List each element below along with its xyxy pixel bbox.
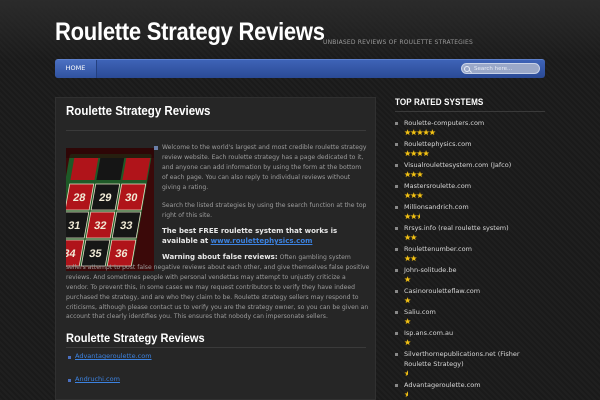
sidebar-item-label[interactable]: Saliu.com [404, 307, 544, 317]
site-tagline: UNBIASED REVIEWS OF ROULETTE STRATEGIES [323, 39, 474, 46]
sidebar-item-label[interactable]: Roulettephysics.com [404, 139, 544, 149]
sidebar-bullet [395, 248, 398, 251]
nav-home-link[interactable]: HOME [55, 60, 97, 78]
rating-stars-icon: ★ [404, 370, 408, 378]
sidebar-bullet [395, 185, 398, 188]
sidebar-item-label[interactable]: Visualroulettesystem.com (Jafco) [404, 160, 544, 170]
sidebar-bullet [395, 311, 398, 314]
free-system-notice: The best FREE roulette system that works… [162, 226, 372, 246]
list-bullet [68, 356, 71, 359]
divider [395, 111, 545, 112]
post-title[interactable]: Roulette Strategy Reviews [66, 104, 210, 118]
roulettephysics-link[interactable]: www.roulettephysics.com [211, 237, 313, 245]
sidebar-bullet [395, 332, 398, 335]
sidebar-bullet [395, 143, 398, 146]
roulette-cell [96, 158, 125, 180]
rating-stars-icon: ★ [404, 296, 411, 305]
sidebar-item-label[interactable]: John-solitude.be [404, 265, 544, 275]
rating-stars-icon: ★ [404, 275, 411, 284]
review-link-advantageroulette[interactable]: Advantageroulette.com [75, 352, 152, 360]
rating-stars-icon: ★★★ [404, 191, 424, 200]
warning-paragraph: Warning about false reviews: Often gambl… [66, 253, 370, 322]
intro-paragraph: Welcome to the world's largest and most … [162, 144, 367, 191]
rating-stars-icon: ★★ [404, 254, 417, 263]
sidebar-item-label[interactable]: Rrsys.info (real roulette system) [404, 223, 544, 233]
sidebar-item-label[interactable]: Casinorouletteflaw.com [404, 286, 544, 296]
sidebar-item-label[interactable]: Advantageroulette.com [404, 380, 544, 390]
sidebar-bullet [395, 384, 398, 387]
rating-stars-icon: ★ [404, 391, 408, 399]
roulette-number: 33 [119, 220, 133, 232]
sidebar-bullet [395, 227, 398, 230]
roulette-cell [122, 158, 151, 180]
roulette-number: 28 [72, 192, 86, 204]
sidebar-item-label[interactable]: Roulettenumber.com [404, 244, 544, 254]
sidebar-item-label[interactable]: Roulette-computers.com [404, 118, 544, 128]
reviews-list-title: Roulette Strategy Reviews [66, 331, 205, 345]
sidebar-item-label[interactable]: Isp.ans.com.au [404, 328, 544, 338]
rating-stars-icon: ★★★★ [404, 149, 430, 158]
rating-stars-icon: ★★★ [404, 212, 421, 221]
review-link-andruchi[interactable]: Andruchi.com [75, 375, 120, 383]
roulette-number: 30 [124, 192, 138, 204]
divider [66, 130, 366, 131]
sidebar-bullet [395, 290, 398, 293]
sidebar-bullet [395, 164, 398, 167]
roulette-cell [70, 158, 99, 180]
sidebar-bullet [395, 269, 398, 272]
rating-stars-icon: ★★ [404, 233, 417, 242]
sidebar-item-label[interactable]: Silverthornepublications.net (Fisher Rou… [404, 349, 544, 369]
sidebar-bullet [395, 206, 398, 209]
bullet-marker [154, 146, 158, 150]
list-bullet [68, 379, 71, 382]
site-title[interactable]: Roulette Strategy Reviews [55, 18, 325, 47]
sidebar-bullet [395, 353, 398, 356]
roulette-number: 32 [93, 220, 107, 232]
sidebar-item-label[interactable]: Millionsandrich.com [404, 202, 544, 212]
warning-body: Often gambling system sellers attempt to… [66, 254, 370, 321]
sidebar-title: TOP RATED SYSTEMS [395, 97, 484, 107]
search-input[interactable] [461, 63, 540, 74]
divider [66, 347, 366, 348]
rating-stars-icon: ★★★ [404, 170, 424, 179]
roulette-number: 29 [98, 192, 112, 204]
search-icon[interactable] [464, 66, 470, 72]
sidebar-item-label[interactable]: Mastersroulette.com [404, 181, 544, 191]
warning-heading: Warning about false reviews: [162, 253, 278, 261]
search-note-paragraph: Search the listed strategies by using th… [162, 202, 367, 219]
rating-stars-icon: ★ [404, 338, 411, 347]
rating-stars-icon: ★ [404, 317, 411, 326]
roulette-number: 31 [67, 220, 81, 232]
sidebar-bullet [395, 122, 398, 125]
rating-stars-icon: ★★★★★ [404, 128, 436, 137]
